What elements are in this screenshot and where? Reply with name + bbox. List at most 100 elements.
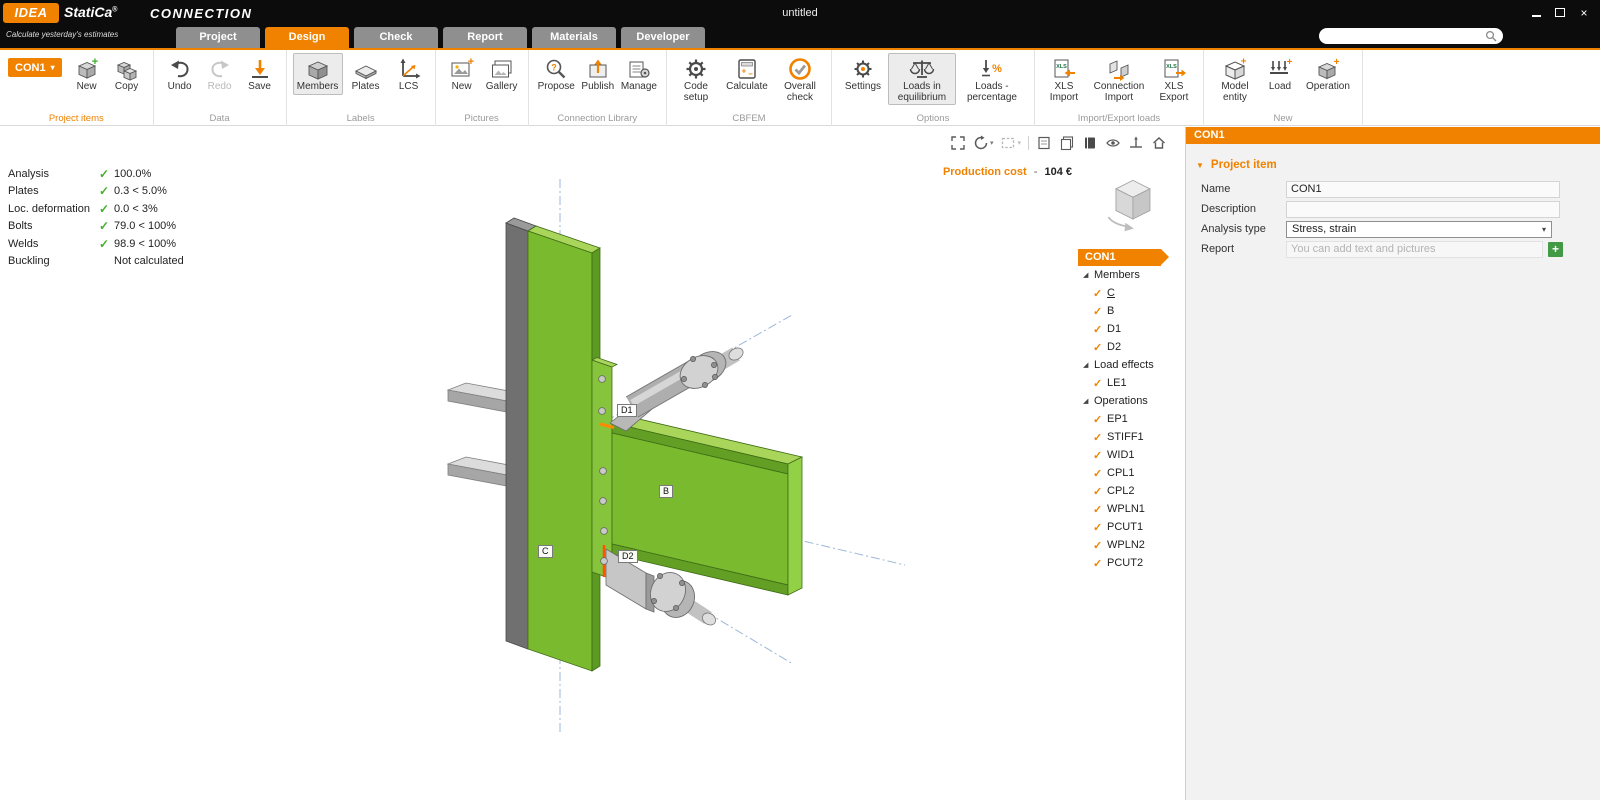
home-view-button[interactable] (1151, 135, 1167, 151)
tree-expander-icon[interactable]: ◢ (1083, 271, 1093, 279)
tree-item-cpl2[interactable]: ✓CPL2 (1078, 482, 1182, 500)
svg-text:+: + (1287, 57, 1293, 68)
orbit-button[interactable]: ▾ (973, 135, 994, 151)
manage-button[interactable]: Manage (618, 53, 660, 95)
analysis-type-dropdown[interactable]: Stress, strain ▾ (1286, 221, 1552, 238)
plates-labels-button[interactable]: Plates (343, 53, 389, 95)
report-text-area[interactable]: You can add text and pictures (1286, 241, 1543, 258)
xls-import-button[interactable]: XLS XLS Import (1041, 53, 1087, 105)
tree-item-c[interactable]: ✓C (1078, 284, 1182, 302)
tree-item-ep1[interactable]: ✓EP1 (1078, 410, 1182, 428)
model-tree: CON1 ◢Members ✓C ✓B ✓D1 ✓D2 ◢Load effect… (1078, 249, 1182, 572)
tree-group-members[interactable]: ◢Members (1078, 266, 1182, 284)
calculate-button[interactable]: +− Calculate (719, 53, 775, 95)
new-operation-button[interactable]: + Operation (1300, 53, 1356, 95)
marquee-select-button[interactable]: ▾ (1000, 135, 1021, 151)
nav-cube-icon (1099, 169, 1165, 237)
ribbon-group-label: New (1204, 113, 1362, 124)
check-icon: ✓ (1093, 305, 1106, 318)
report-sheet-button[interactable] (1036, 135, 1052, 151)
overall-check-button[interactable]: Overall check (775, 53, 825, 105)
scales-icon (909, 55, 935, 82)
load-arrows-icon: + (1267, 55, 1293, 82)
member-label-c[interactable]: C (538, 545, 553, 558)
propose-button[interactable]: ? Propose (535, 53, 578, 95)
xls-export-button[interactable]: XLS XLS Export (1151, 53, 1197, 105)
new-project-item-button[interactable]: + New (67, 53, 107, 95)
tree-item-d1[interactable]: ✓D1 (1078, 320, 1182, 338)
tab-check[interactable]: Check (354, 27, 438, 48)
axes-icon (396, 55, 422, 82)
tab-materials[interactable]: Materials (532, 27, 616, 48)
project-item-section-header[interactable]: ▼ Project item (1196, 159, 1600, 171)
add-report-button[interactable]: + (1548, 242, 1563, 257)
copy-project-item-button[interactable]: Copy (107, 53, 147, 95)
tree-item-d2[interactable]: ✓D2 (1078, 338, 1182, 356)
tree-item-stiff1[interactable]: ✓STIFF1 (1078, 428, 1182, 446)
publish-button[interactable]: Publish (578, 53, 618, 95)
new-picture-button[interactable]: + New (442, 53, 482, 95)
tab-project[interactable]: Project (176, 27, 260, 48)
active-project-item-label: CON1 (15, 62, 46, 74)
tree-group-operations[interactable]: ◢Operations (1078, 392, 1182, 410)
tree-group-load-effects[interactable]: ◢Load effects (1078, 356, 1182, 374)
tab-report[interactable]: Report (443, 27, 527, 48)
section-view-button[interactable] (1128, 135, 1144, 151)
tab-design[interactable]: Design (265, 27, 349, 48)
loads-percentage-button[interactable]: % Loads - percentage (956, 53, 1028, 105)
member-label-d2[interactable]: D2 (618, 550, 638, 563)
search-input[interactable] (1325, 30, 1485, 43)
tree-expander-icon[interactable]: ◢ (1083, 361, 1093, 369)
tab-developer[interactable]: Developer (621, 27, 705, 48)
settings-button[interactable]: Settings (838, 53, 888, 95)
pass-check-icon: ✓ (94, 167, 114, 181)
document-title: untitled (0, 7, 1600, 19)
title-bar: IDEA StatiCa® CONNECTION Calculate yeste… (0, 0, 1600, 50)
name-field[interactable] (1286, 181, 1560, 198)
loads-in-equilibrium-button[interactable]: Loads in equilibrium (888, 53, 956, 105)
tree-expander-icon[interactable]: ◢ (1083, 397, 1093, 405)
navigation-cube[interactable] (1099, 169, 1165, 242)
tree-item-pcut1[interactable]: ✓PCUT1 (1078, 518, 1182, 536)
notebook-button[interactable] (1082, 135, 1098, 151)
visibility-button[interactable] (1105, 135, 1121, 151)
member-label-b[interactable]: B (659, 485, 673, 498)
svg-text:−: − (748, 69, 753, 78)
sheets-stack-button[interactable] (1059, 135, 1075, 151)
members-labels-button[interactable]: Members (293, 53, 343, 95)
active-project-item-button[interactable]: CON1 ▾ (8, 58, 62, 77)
connection-import-button[interactable]: Connection Import (1087, 53, 1151, 105)
property-row-analysis-type: Analysis type Stress, strain ▾ (1201, 219, 1600, 239)
tree-item-cpl1[interactable]: ✓CPL1 (1078, 464, 1182, 482)
restore-button[interactable] (1552, 6, 1568, 19)
fit-view-button[interactable] (950, 135, 966, 151)
tree-item-wpln1[interactable]: ✓WPLN1 (1078, 500, 1182, 518)
save-button[interactable]: Save (240, 53, 280, 95)
lcs-labels-button[interactable]: LCS (389, 53, 429, 95)
undo-button[interactable]: Undo (160, 53, 200, 95)
home-icon (1151, 135, 1167, 151)
tree-item-b[interactable]: ✓B (1078, 302, 1182, 320)
viewport-canvas[interactable]: D1 B C D2 Analysis✓100.0% Plates✓0.3 < 5… (0, 127, 1185, 800)
description-field[interactable] (1286, 201, 1560, 218)
ribbon-group-label: Options (832, 113, 1034, 124)
tree-header[interactable]: CON1 (1078, 249, 1161, 266)
minimize-button[interactable] (1528, 6, 1544, 19)
tree-item-pcut2[interactable]: ✓PCUT2 (1078, 554, 1182, 572)
close-button[interactable]: × (1576, 6, 1592, 19)
new-model-entity-button[interactable]: + Model entity (1210, 53, 1260, 105)
ribbon-group-project-items: CON1 ▾ + New Copy Project items (0, 50, 154, 126)
code-setup-button[interactable]: Code setup (673, 53, 719, 105)
ribbon-group-import-export-loads: XLS XLS Import Connection Import XLS XLS… (1035, 50, 1204, 126)
restore-icon (1555, 8, 1565, 17)
gallery-button[interactable]: Gallery (482, 53, 522, 95)
tree-item-wpln2[interactable]: ✓WPLN2 (1078, 536, 1182, 554)
property-row-name: Name (1201, 179, 1600, 199)
new-load-button[interactable]: + Load (1260, 53, 1300, 95)
member-label-d1[interactable]: D1 (617, 404, 637, 417)
tree-item-wid1[interactable]: ✓WID1 (1078, 446, 1182, 464)
xls-export-icon: XLS (1161, 55, 1187, 82)
tree-item-le1[interactable]: ✓LE1 (1078, 374, 1182, 392)
svg-text:+: + (91, 56, 97, 68)
redo-button[interactable]: Redo (200, 53, 240, 95)
